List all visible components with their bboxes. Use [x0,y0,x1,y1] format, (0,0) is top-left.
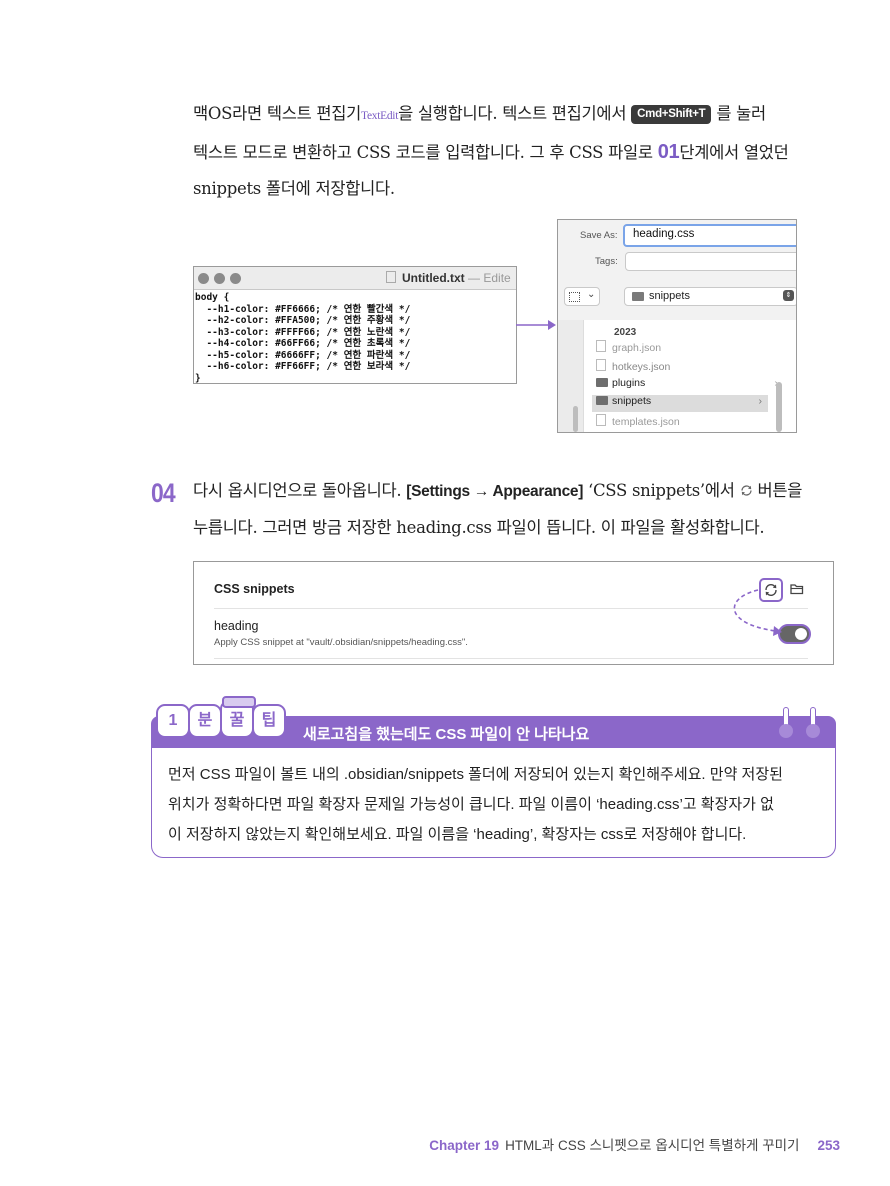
arrow-right-icon [516,320,556,330]
view-toggle-button[interactable]: ⌄ [564,287,600,306]
code-line: --h2-color: #FFA500; /* 연한 주황색 */ [195,315,411,326]
tip-line: 먼저 CSS 파일이 볼트 내의 .obsidian/snippets 폴더에 … [168,766,783,783]
code-line: --h1-color: #FF6666; /* 연한 빨간색 */ [195,303,411,315]
close-dot-icon [198,273,209,284]
tip-body: 먼저 CSS 파일이 볼트 내의 .obsidian/snippets 폴더에 … [151,748,836,858]
step04-line-1: 다시 옵시디언으로 돌아옵니다. [Settings → Appearance]… [193,473,838,510]
step04-paragraph: 다시 옵시디언으로 돌아옵니다. [Settings → Appearance]… [193,473,838,546]
tags-field[interactable] [625,252,796,271]
grid-icon [569,292,580,302]
badge-text: 꿀 [229,712,245,729]
intro-line-1: 맥OS라면 텍스트 편집기TextEdit을 실행합니다. 텍스트 편집기에서 … [193,104,766,124]
tip-badge: 1 분 꿀 팁 [156,696,292,740]
step-reference: 01 [657,141,680,163]
footer-chapter: Chapter 19 [429,1138,500,1153]
code-line: } [195,372,201,384]
file-icon [596,340,606,352]
code-line: --h4-color: #66FF66; /* 연한 초록색 */ [195,338,411,349]
code-line: body { [195,292,230,303]
badge-text: 팁 [261,712,277,729]
intro-paragraph: 맥OS라면 텍스트 편집기TextEdit을 실행합니다. 텍스트 편집기에서 … [193,96,838,207]
sidebar-scrollbar[interactable] [573,406,578,432]
step-number: 04 [151,478,176,508]
editor-code: body { --h1-color: #FF6666; /* 연한 빨간색 */… [194,290,516,384]
folder-icon [596,396,608,405]
intro-line-2: 텍스트 모드로 변환하고 CSS 코드를 입력합니다. 그 후 CSS 파일로 … [193,141,789,163]
page-footer: Chapter 19 HTML과 CSS 스니펫으로 옵시디언 특별하게 꾸미기 2… [429,1134,840,1154]
folder-open-icon [790,584,804,595]
sidebar-strip [558,320,583,432]
folder-icon [596,378,608,387]
file-item[interactable]: hotkeys.json [596,359,786,375]
editor-titlebar: Untitled.txt — Edite [194,267,516,290]
save-as-field[interactable]: heading.css [623,224,796,247]
tip-title: 새로고침을 했는데도 CSS 파일이 안 나타나요 [303,726,590,743]
file-icon [596,359,606,371]
location-select[interactable]: snippets ⇕ [624,287,796,306]
file-list: 2023 graph.json hotkeys.json plugins › s… [583,320,796,432]
shortcut-key: Cmd+Shift+T [631,105,712,124]
save-dialog: Save As: heading.css Tags: ⌄ snippets ⇕ … [557,219,797,433]
file-item[interactable]: templates.json [596,414,786,430]
reload-icon [740,474,753,496]
chevron-down-icon: ⌄ [587,289,596,300]
tip-line: 위치가 정확하다면 파일 확장자 문제일 가능성이 큽니다. 파일 이름이 ‘h… [168,796,774,813]
css-snippets-panel: CSS snippets heading Apply CSS snippet a… [193,561,834,665]
group-label: 2023 [614,327,637,338]
badge-text: 1 [168,712,178,729]
step04-line-2: 누릅니다. 그러면 방금 저장한 heading.css 파일이 뜹니다. 이 … [193,518,765,537]
intro-line-3: snippets 폴더에 저장합니다. [193,179,395,198]
footer-title: HTML과 CSS 스니펫으로 옵시디언 특별하게 꾸미기 [505,1138,800,1153]
document-icon [386,271,396,283]
text-editor-window: Untitled.txt — Edite body { --h1-color: … [193,266,517,384]
folder-icon [632,292,644,301]
snippet-description: Apply CSS snippet at "vault/.obsidian/sn… [214,637,468,648]
editor-title: Untitled.txt — Edite [386,271,511,285]
tip-line: 이 저장하지 않았는지 확인해보세요. 파일 이름을 ‘heading’, 확장… [168,826,747,843]
divider [214,658,808,659]
open-folder-button[interactable] [790,582,804,595]
toggle-knob [795,628,807,640]
tags-label: Tags: [595,256,618,267]
file-icon [596,414,606,426]
file-item[interactable]: graph.json [596,340,786,356]
page-number: 253 [817,1138,840,1153]
section-title: CSS snippets [214,582,295,596]
folder-item[interactable]: plugins › [596,377,786,393]
snippet-name: heading [214,619,259,633]
dashed-arrow-icon [733,589,782,636]
ring-hole-icon [806,724,820,738]
code-line: --h5-color: #6666FF; /* 연한 파란색 */ [195,349,411,361]
ring-hole-icon [779,724,793,738]
badge-text: 분 [197,712,213,729]
divider [214,608,808,609]
zoom-dot-icon [230,273,241,284]
minimize-dot-icon [214,273,225,284]
code-line: --h6-color: #FF66FF; /* 연한 보라색 */ [195,361,411,372]
menu-path: [Settings → Appearance] [406,483,584,500]
updown-chevron-icon: ⇕ [783,290,794,301]
textedit-label: TextEdit [361,110,399,122]
scrollbar[interactable] [776,382,782,432]
chevron-right-icon: › [758,395,763,407]
code-line: --h3-color: #FFFF66; /* 연한 노란색 */ [195,326,411,338]
save-as-label: Save As: [580,230,618,241]
folder-item-selected[interactable]: snippets › [592,395,768,412]
